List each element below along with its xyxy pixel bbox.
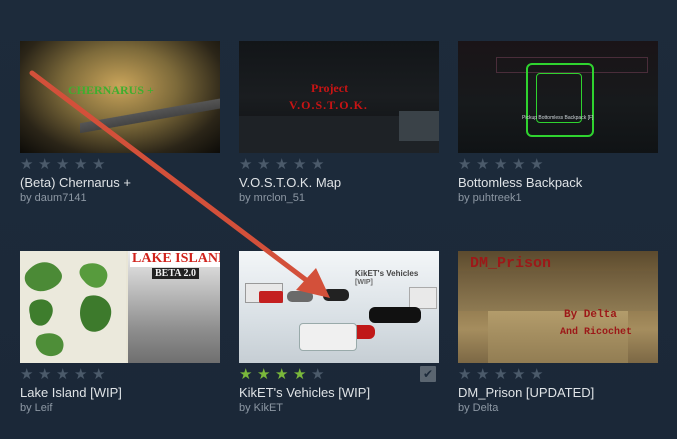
star-icon: ★ <box>311 366 325 383</box>
item-author[interactable]: by Leif <box>20 402 52 414</box>
item-title[interactable]: Bottomless Backpack <box>458 175 582 190</box>
thumbnail-title-line1: Project <box>311 81 349 95</box>
star-icon: ★ <box>530 156 544 173</box>
rating-stars: ★ ★ ★ ★ ★ <box>458 367 545 383</box>
red-truck-graphic <box>259 291 283 303</box>
thumbnail-title-line1: DM_Prison <box>470 255 552 272</box>
star-icon: ★ <box>239 366 253 383</box>
star-icon: ★ <box>92 156 106 173</box>
thumbnail-title-line2: BETA 2.0 <box>152 268 199 279</box>
bus-small-graphic <box>409 287 437 309</box>
thumbnail-title: CHERNARUS + <box>68 83 154 97</box>
star-icon: ★ <box>38 366 52 383</box>
item-title[interactable]: V.O.S.T.O.K. Map <box>239 175 341 190</box>
star-icon: ★ <box>257 366 271 383</box>
item-thumbnail[interactable]: KikET's Vehicles [WIP] <box>239 251 439 363</box>
star-icon: ★ <box>494 156 508 173</box>
thumbnail-title-line2: [WIP] <box>355 279 373 286</box>
item-title[interactable]: KikET's Vehicles [WIP] <box>239 385 370 400</box>
star-icon: ★ <box>239 156 253 173</box>
island-map-graphic <box>20 251 126 363</box>
thumbnail-title-line1: KikET's Vehicles <box>355 269 419 278</box>
black-car-graphic <box>323 289 349 301</box>
thumbnail-title-line2: V.O.S.T.O.K. <box>289 98 368 112</box>
item-author[interactable]: by daum7141 <box>20 192 87 204</box>
star-icon: ★ <box>530 366 544 383</box>
rating-stars: ★ ★ ★ ★ ★ <box>20 157 107 173</box>
star-icon: ★ <box>20 156 34 173</box>
star-icon: ★ <box>20 366 34 383</box>
star-icon: ★ <box>458 366 472 383</box>
item-author[interactable]: by KikET <box>239 402 283 414</box>
star-icon: ★ <box>311 156 325 173</box>
item-thumbnail[interactable]: LAKE ISLAND BETA 2.0 <box>20 251 220 363</box>
star-icon: ★ <box>275 366 289 383</box>
white-bus-graphic <box>299 323 357 351</box>
checkmark-icon[interactable]: ✔ <box>420 366 436 382</box>
rating-stars: ★ ★ ★ ★ ★ <box>239 157 326 173</box>
star-icon: ★ <box>458 156 472 173</box>
star-icon: ★ <box>74 156 88 173</box>
item-title[interactable]: (Beta) Chernarus + <box>20 175 131 190</box>
item-thumbnail[interactable]: CHERNARUS + <box>20 41 220 153</box>
thumbnail-title-line2: By Delta <box>564 309 617 321</box>
item-author[interactable]: by Delta <box>458 402 498 414</box>
star-icon: ★ <box>476 366 490 383</box>
item-title[interactable]: DM_Prison [UPDATED] <box>458 385 594 400</box>
star-icon: ★ <box>293 366 307 383</box>
rating-stars: ★ ★ ★ ★ ★ <box>458 157 545 173</box>
star-icon: ★ <box>512 366 526 383</box>
star-icon: ★ <box>275 156 289 173</box>
star-icon: ★ <box>494 366 508 383</box>
item-title[interactable]: Lake Island [WIP] <box>20 385 122 400</box>
item-thumbnail[interactable]: Pickup Bottomless Backpack [F] <box>458 41 658 153</box>
limo-graphic <box>369 307 421 323</box>
wall-graphic <box>458 271 658 311</box>
thumbnail-caption: Pickup Bottomless Backpack [F] <box>522 115 594 121</box>
star-icon: ★ <box>38 156 52 173</box>
star-icon: ★ <box>56 156 70 173</box>
item-thumbnail[interactable]: Project V.O.S.T.O.K. <box>239 41 439 153</box>
star-icon: ★ <box>56 366 70 383</box>
item-thumbnail[interactable]: DM_Prison By Delta And Ricochet <box>458 251 658 363</box>
rating-stars: ★ ★ ★ ★ ★ <box>20 367 107 383</box>
thumbnail-title-line3: And Ricochet <box>560 327 633 338</box>
item-author[interactable]: by puhtreek1 <box>458 192 522 204</box>
rating-stars: ★ ★ ★ ★ ★ <box>239 367 326 383</box>
thumbnail-title-line1: LAKE ISLAND <box>130 251 220 267</box>
star-icon: ★ <box>257 156 271 173</box>
grey-car-graphic <box>287 291 313 302</box>
star-icon: ★ <box>92 366 106 383</box>
road-graphic <box>80 93 220 133</box>
star-icon: ★ <box>476 156 490 173</box>
star-icon: ★ <box>512 156 526 173</box>
star-icon: ★ <box>74 366 88 383</box>
building-graphic <box>399 111 439 141</box>
item-author[interactable]: by mrclon_51 <box>239 192 305 204</box>
star-icon: ★ <box>293 156 307 173</box>
